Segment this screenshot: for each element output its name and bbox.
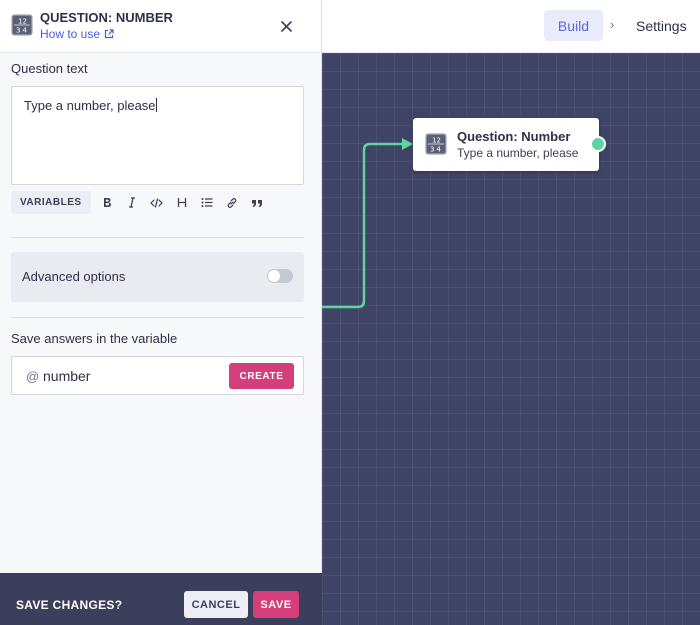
question-text-editor[interactable]: Type a number, please	[11, 86, 304, 185]
save-changes-label: SAVE CHANGES?	[16, 598, 123, 612]
node-subtitle: Type a number, please	[457, 146, 579, 160]
advanced-options-section[interactable]: Advanced options	[11, 252, 304, 302]
advanced-options-toggle[interactable]	[267, 269, 293, 283]
bold-icon	[103, 198, 111, 207]
code-button[interactable]	[145, 191, 169, 214]
number-block-icon: 1 2 3 4	[11, 14, 33, 36]
connector-line	[322, 142, 404, 309]
icon-digit-3: 3	[16, 27, 20, 35]
how-to-use-link[interactable]: How to use	[40, 27, 114, 41]
bold-button[interactable]	[95, 191, 119, 214]
link-button[interactable]	[220, 191, 244, 214]
close-button[interactable]	[274, 14, 298, 38]
quote-button[interactable]	[245, 191, 269, 214]
save-changes-bar: SAVE CHANGES? CANCEL SAVE	[0, 573, 322, 625]
number-block-icon: 1 2 3 4	[425, 133, 447, 155]
cancel-button[interactable]: CANCEL	[184, 591, 248, 618]
italic-icon	[128, 197, 135, 208]
section-divider	[11, 317, 304, 318]
panel-title: QUESTION: NUMBER	[40, 10, 173, 25]
question-editor-panel: 1 2 3 4 QUESTION: NUMBER How to use Ques…	[0, 0, 322, 625]
save-button[interactable]: SAVE	[253, 591, 299, 618]
toggle-knob	[268, 270, 280, 282]
text-caret	[155, 98, 157, 112]
top-nav: Build › Settings	[322, 0, 700, 53]
icon-digit-2: 2	[437, 137, 441, 145]
icon-digit-2: 2	[23, 18, 27, 26]
question-text-label: Question text	[11, 61, 88, 76]
formatting-toolbar: VARIABLES	[11, 191, 269, 214]
list-icon	[201, 198, 213, 207]
link-icon	[227, 197, 236, 208]
flow-node-question-number[interactable]: 1 2 3 4 Question: Number Type a number, …	[413, 118, 606, 171]
node-title: Question: Number	[457, 129, 571, 144]
advanced-options-label: Advanced options	[22, 269, 126, 284]
heading-icon	[177, 198, 186, 207]
save-answers-label: Save answers in the variable	[11, 331, 178, 346]
icon-digit-3: 3	[430, 146, 434, 154]
at-sign-icon: @	[26, 369, 40, 384]
nav-settings-tab[interactable]: Settings	[636, 18, 687, 34]
variable-field[interactable]: @ number CREATE	[11, 356, 304, 395]
chevron-right-icon: ›	[610, 17, 615, 32]
variable-name-input[interactable]: number	[43, 368, 90, 384]
connector-arrowhead	[402, 138, 413, 150]
question-text-value: Type a number, please	[24, 98, 156, 113]
nav-build-tab[interactable]: Build	[544, 10, 603, 41]
variables-button[interactable]: VARIABLES	[11, 191, 91, 214]
create-variable-button[interactable]: CREATE	[229, 363, 294, 389]
list-button[interactable]	[195, 191, 219, 214]
section-divider	[11, 237, 304, 238]
code-icon	[150, 197, 163, 208]
node-output-handle[interactable]	[590, 136, 606, 152]
quote-icon	[251, 199, 262, 207]
how-to-use-label: How to use	[40, 27, 101, 41]
heading-button[interactable]	[170, 191, 194, 214]
panel-header: 1 2 3 4 QUESTION: NUMBER How to use	[0, 0, 321, 53]
italic-button[interactable]	[120, 191, 144, 214]
icon-digit-4: 4	[437, 146, 442, 154]
external-link-icon	[104, 29, 114, 39]
close-icon	[280, 20, 292, 32]
icon-digit-4: 4	[23, 27, 28, 35]
